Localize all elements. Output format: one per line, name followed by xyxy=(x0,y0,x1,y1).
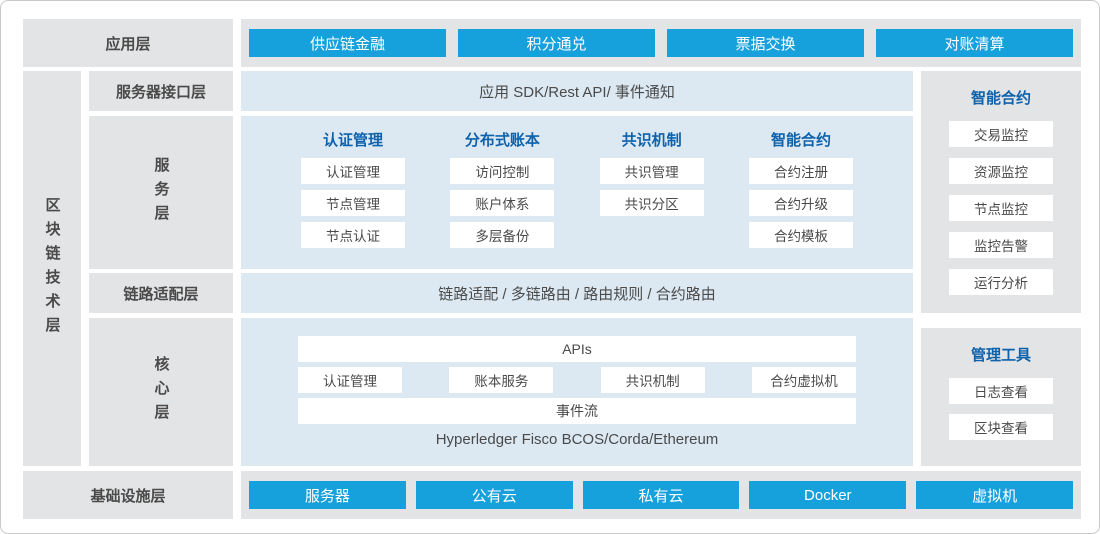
management-tools-panel: 管理工具 日志查看 区块查看 xyxy=(921,328,1081,466)
core-event-stream-bar: 事件流 xyxy=(298,398,856,424)
management-tools-panel-title: 管理工具 xyxy=(971,344,1031,365)
core-node: 共识机制 xyxy=(601,367,705,393)
service-column-ledger: 分布式账本 访问控制 账户体系 多层备份 xyxy=(446,129,558,254)
infrastructure-layer-label: 基础设施层 xyxy=(23,471,233,519)
monitor-node: 监控告警 xyxy=(949,232,1053,258)
app-node-bill-exchange: 票据交换 xyxy=(667,29,864,57)
app-node-supply-chain-finance: 供应链金融 xyxy=(249,29,446,57)
application-layer-band: 供应链金融 积分通兑 票据交换 对账清算 xyxy=(241,19,1081,67)
service-node: 合约注册 xyxy=(749,158,853,184)
service-column-smart-contract-title: 智能合约 xyxy=(771,129,831,149)
app-node-points-exchange: 积分通兑 xyxy=(458,29,655,57)
service-column-ledger-title: 分布式账本 xyxy=(465,129,540,149)
service-layer-columns: 认证管理 认证管理 节点管理 节点认证 分布式账本 访问控制 账户体系 多层备份… xyxy=(297,129,857,254)
server-interface-layer-label: 服务器接口层 xyxy=(89,71,233,111)
service-column-consensus: 共识机制 共识管理 共识分区 xyxy=(596,129,708,254)
server-interface-content: 应用 SDK/Rest API/ 事件通知 xyxy=(241,71,913,111)
blockchain-tech-layer-label: 区块链技术层 xyxy=(23,71,81,466)
tool-node: 区块查看 xyxy=(949,414,1053,440)
app-node-reconciliation-clearing: 对账清算 xyxy=(876,29,1073,57)
service-layer-label: 服务层 xyxy=(89,116,233,269)
service-layer-label-text: 服务层 xyxy=(151,157,172,229)
monitor-node: 运行分析 xyxy=(949,269,1053,295)
layer-content-column: 应用 SDK/Rest API/ 事件通知 认证管理 认证管理 节点管理 节点认… xyxy=(241,71,913,466)
service-node: 合约升级 xyxy=(749,190,853,216)
infra-node-public-cloud: 公有云 xyxy=(416,481,573,509)
core-layer-label: 核心层 xyxy=(89,318,233,466)
service-node: 合约模板 xyxy=(749,222,853,248)
tool-node: 日志查看 xyxy=(949,378,1053,404)
core-node: 认证管理 xyxy=(298,367,402,393)
infra-node-server: 服务器 xyxy=(249,481,406,509)
blockchain-tech-layer-label-text: 区块链技术层 xyxy=(42,197,63,341)
application-layer-label: 应用层 xyxy=(23,19,233,67)
service-node: 认证管理 xyxy=(301,158,405,184)
smart-contract-panel-title: 智能合约 xyxy=(971,87,1031,108)
link-adaptation-content: 链路适配 / 多链路由 / 路由规则 / 合约路由 xyxy=(241,273,913,313)
core-layer-panel: APIs 认证管理 账本服务 共识机制 合约虚拟机 事件流 Hyperledge… xyxy=(241,318,913,466)
smart-contract-panel: 智能合约 交易监控 资源监控 节点监控 监控告警 运行分析 xyxy=(921,71,1081,313)
link-adaptation-layer-label: 链路适配层 xyxy=(89,273,233,313)
side-panels-column: 智能合约 交易监控 资源监控 节点监控 监控告警 运行分析 管理工具 日志查看 … xyxy=(921,71,1081,466)
core-node: 合约虚拟机 xyxy=(752,367,856,393)
core-node: 账本服务 xyxy=(449,367,553,393)
core-layer-label-text: 核心层 xyxy=(151,356,172,428)
service-node: 访问控制 xyxy=(450,158,554,184)
core-layer-inner: APIs 认证管理 账本服务 共识机制 合约虚拟机 事件流 Hyperledge… xyxy=(298,336,856,448)
service-node: 共识管理 xyxy=(600,158,704,184)
infra-node-vm: 虚拟机 xyxy=(916,481,1073,509)
core-platforms-text: Hyperledger Fisco BCOS/Corda/Ethereum xyxy=(298,431,856,448)
infrastructure-layer-band: 服务器 公有云 私有云 Docker 虚拟机 xyxy=(241,471,1081,519)
service-node: 账户体系 xyxy=(450,190,554,216)
core-modules-row: 认证管理 账本服务 共识机制 合约虚拟机 xyxy=(298,367,856,393)
service-layer-panel: 认证管理 认证管理 节点管理 节点认证 分布式账本 访问控制 账户体系 多层备份… xyxy=(241,116,913,269)
service-node: 共识分区 xyxy=(600,190,704,216)
service-node: 节点认证 xyxy=(301,222,405,248)
service-column-consensus-title: 共识机制 xyxy=(622,129,682,149)
service-node: 节点管理 xyxy=(301,190,405,216)
service-column-auth: 认证管理 认证管理 节点管理 节点认证 xyxy=(297,129,409,254)
blockchain-architecture-diagram: 应用层 供应链金融 积分通兑 票据交换 对账清算 区块链技术层 服务器接口层 服… xyxy=(0,0,1100,534)
monitor-node: 节点监控 xyxy=(949,195,1053,221)
service-column-smart-contract: 智能合约 合约注册 合约升级 合约模板 xyxy=(745,129,857,254)
infrastructure-layer-row: 基础设施层 服务器 公有云 私有云 Docker 虚拟机 xyxy=(23,471,1081,519)
application-layer-row: 应用层 供应链金融 积分通兑 票据交换 对账清算 xyxy=(23,19,1081,67)
service-node: 多层备份 xyxy=(450,222,554,248)
monitor-node: 交易监控 xyxy=(949,121,1053,147)
service-column-auth-title: 认证管理 xyxy=(323,129,383,149)
sublayer-labels-column: 服务器接口层 服务层 链路适配层 核心层 xyxy=(89,71,233,466)
infra-node-docker: Docker xyxy=(749,481,906,509)
monitor-node: 资源监控 xyxy=(949,158,1053,184)
infra-node-private-cloud: 私有云 xyxy=(583,481,740,509)
core-apis-bar: APIs xyxy=(298,336,856,362)
blockchain-tech-layer: 区块链技术层 服务器接口层 服务层 链路适配层 核心层 应用 SDK/Rest … xyxy=(23,71,1081,466)
